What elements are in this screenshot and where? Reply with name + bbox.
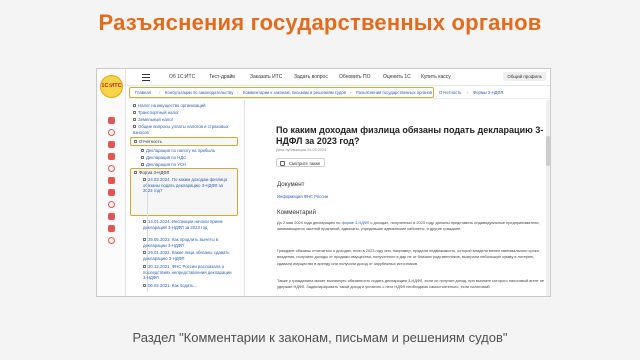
breadcrumb-reporting[interactable]: Отчетность [439,90,461,95]
tree-item[interactable]: Общие вопросы уплаты налогов и страховых… [133,124,241,135]
see-also-button[interactable]: Смотрите также [276,158,326,167]
slide: Разъяснения государственных органов 1С:И… [0,0,640,360]
tree-item[interactable]: 25.05.2023. Как продлить вычеты в деклар… [143,237,235,248]
left-icon-bar: 1С:ИТС [97,69,126,296]
document-heading: Документ [277,181,305,188]
tree-item[interactable]: Транспортный налог [133,110,241,116]
breadcrumb-consultations[interactable]: Консультации по законодательству [165,90,233,95]
tree-item[interactable]: Земельный налог [133,117,241,123]
nav-order-its[interactable]: Заказать ИТС [250,74,282,80]
calculator-icon[interactable] [108,153,115,160]
document-icon[interactable] [108,141,115,148]
tree-item[interactable]: 30.12.2021. ФНС России рассказала о посл… [143,264,235,281]
tree-item[interactable]: Декларация по НДС [141,155,186,161]
nav-test-drive[interactable]: Тест-драйв [209,74,235,80]
bookmark-icon[interactable] [108,117,115,124]
help-icon[interactable] [108,237,115,244]
calendar-icon[interactable] [108,165,115,172]
slide-caption: Раздел "Комментарии к законам, письмам и… [132,330,508,345]
slide-title: Разъяснения государственных органов [98,10,542,35]
services-icon[interactable] [108,225,115,232]
scrollbar[interactable] [546,100,550,296]
form-3ndfl-link[interactable]: форме 3-НДФЛ [342,220,370,225]
tree-item[interactable]: 29.01.2022. Какие лица обязаны сдавать д… [143,250,235,261]
fns-info-link[interactable]: Информация ФНС России [277,194,328,199]
paragraph-2: Граждане обязаны отчитаться о доходах, е… [277,248,539,266]
nav-rate-1c[interactable]: Оценить 1С [383,74,411,80]
seminar-icon[interactable] [108,213,115,220]
tree-item[interactable]: 14.01.2024. Инспекции начали прием декла… [143,219,235,230]
tree-item-form-3ndfl[interactable]: Форма 3-НДФЛ [134,170,169,176]
document-title: По каким доходам физлица обязаны подать … [276,125,544,146]
nav-buy-register[interactable]: Купить кассу [421,74,451,80]
nav-about[interactable]: Об 1С:ИТС [169,74,195,80]
breadcrumb-form-3ndfl[interactable]: Формы 3-НДФЛ [473,90,503,95]
news-icon[interactable] [108,189,115,196]
breadcrumb-gov-explanations[interactable]: Разъяснения государственных органов [356,90,432,95]
breadcrumb-home[interactable]: Главная [135,90,151,95]
tree-item-selected[interactable]: 24.03.2024. По каким доходам физлица обя… [143,177,231,194]
publication-date: Дата публикации 24.03.2024 [276,148,327,152]
profile-button[interactable]: Общий профиль [503,72,546,81]
tree-item-reporting[interactable]: Отчетность [134,139,162,145]
document-icon [280,160,285,166]
paragraph-1: До 2 мая 2024 года декларацию по форме 3… [277,220,540,232]
breadcrumb-comments[interactable]: Комментарии к законам, письмам и решения… [243,90,346,95]
navigation-tree: Налог на имущество организаций Транспорт… [127,100,245,296]
tree-item[interactable]: 06.02.2021. Как подать... [143,283,235,289]
menu-icon[interactable] [142,74,150,81]
top-nav: Об 1С:ИТС Тест-драйв Заказать ИТС Задать… [127,69,550,86]
breadcrumb: Главная › Консультации по законодательст… [127,86,550,99]
forms-icon[interactable] [108,177,115,184]
tree-item[interactable]: Декларация по УСН [141,162,186,168]
comment-heading: Комментарий [277,209,316,216]
tree-item[interactable]: Налог на имущество организаций [133,103,241,109]
nav-ask-question[interactable]: Задать вопрос [294,74,328,80]
video-icon[interactable] [108,201,115,208]
nav-update-software[interactable]: Обновить ПО [339,74,371,80]
tree-item[interactable]: Декларация по налогу на прибыль [141,148,215,154]
paragraph-3: Также у гражданина может возникнуть обяз… [277,278,545,290]
history-icon[interactable] [108,129,115,136]
its-logo[interactable]: 1С:ИТС [100,75,123,98]
